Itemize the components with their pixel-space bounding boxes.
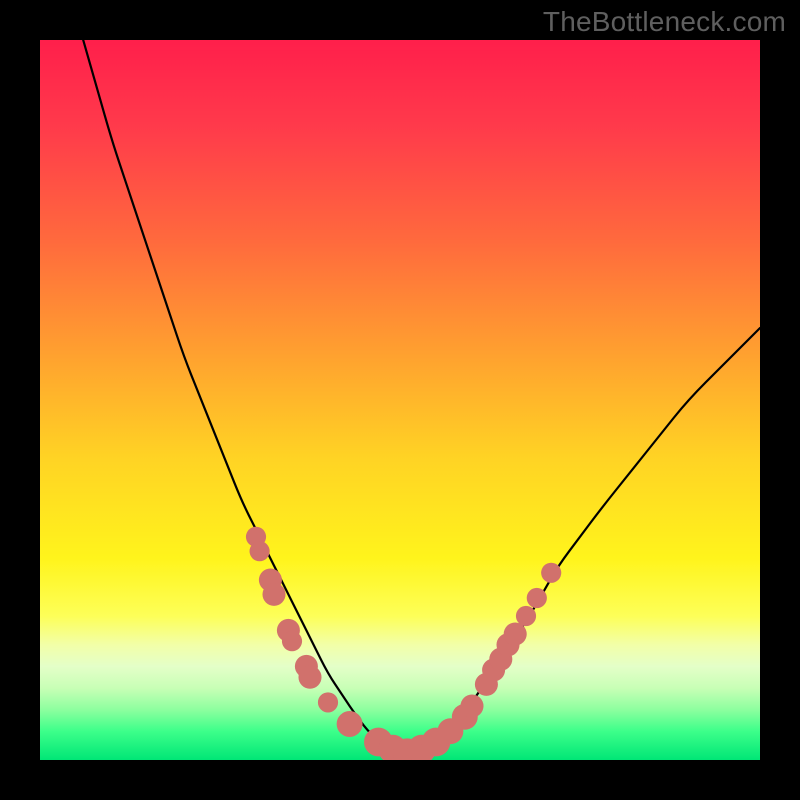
curve-marker: [460, 694, 483, 717]
watermark-text: TheBottleneck.com: [543, 6, 786, 38]
curve-marker: [262, 583, 285, 606]
chart-frame: TheBottleneck.com: [0, 0, 800, 800]
plot-area: [40, 40, 760, 760]
curve-marker: [504, 622, 527, 645]
curve-svg: [40, 40, 760, 760]
curve-marker: [516, 606, 536, 626]
curve-marker: [250, 541, 270, 561]
curve-markers: [246, 527, 561, 760]
curve-marker: [527, 588, 547, 608]
curve-marker: [541, 563, 561, 583]
curve-marker: [282, 631, 302, 651]
bottleneck-curve-line: [83, 40, 760, 753]
curve-marker: [318, 692, 338, 712]
curve-marker: [337, 711, 363, 737]
curve-marker: [298, 666, 321, 689]
